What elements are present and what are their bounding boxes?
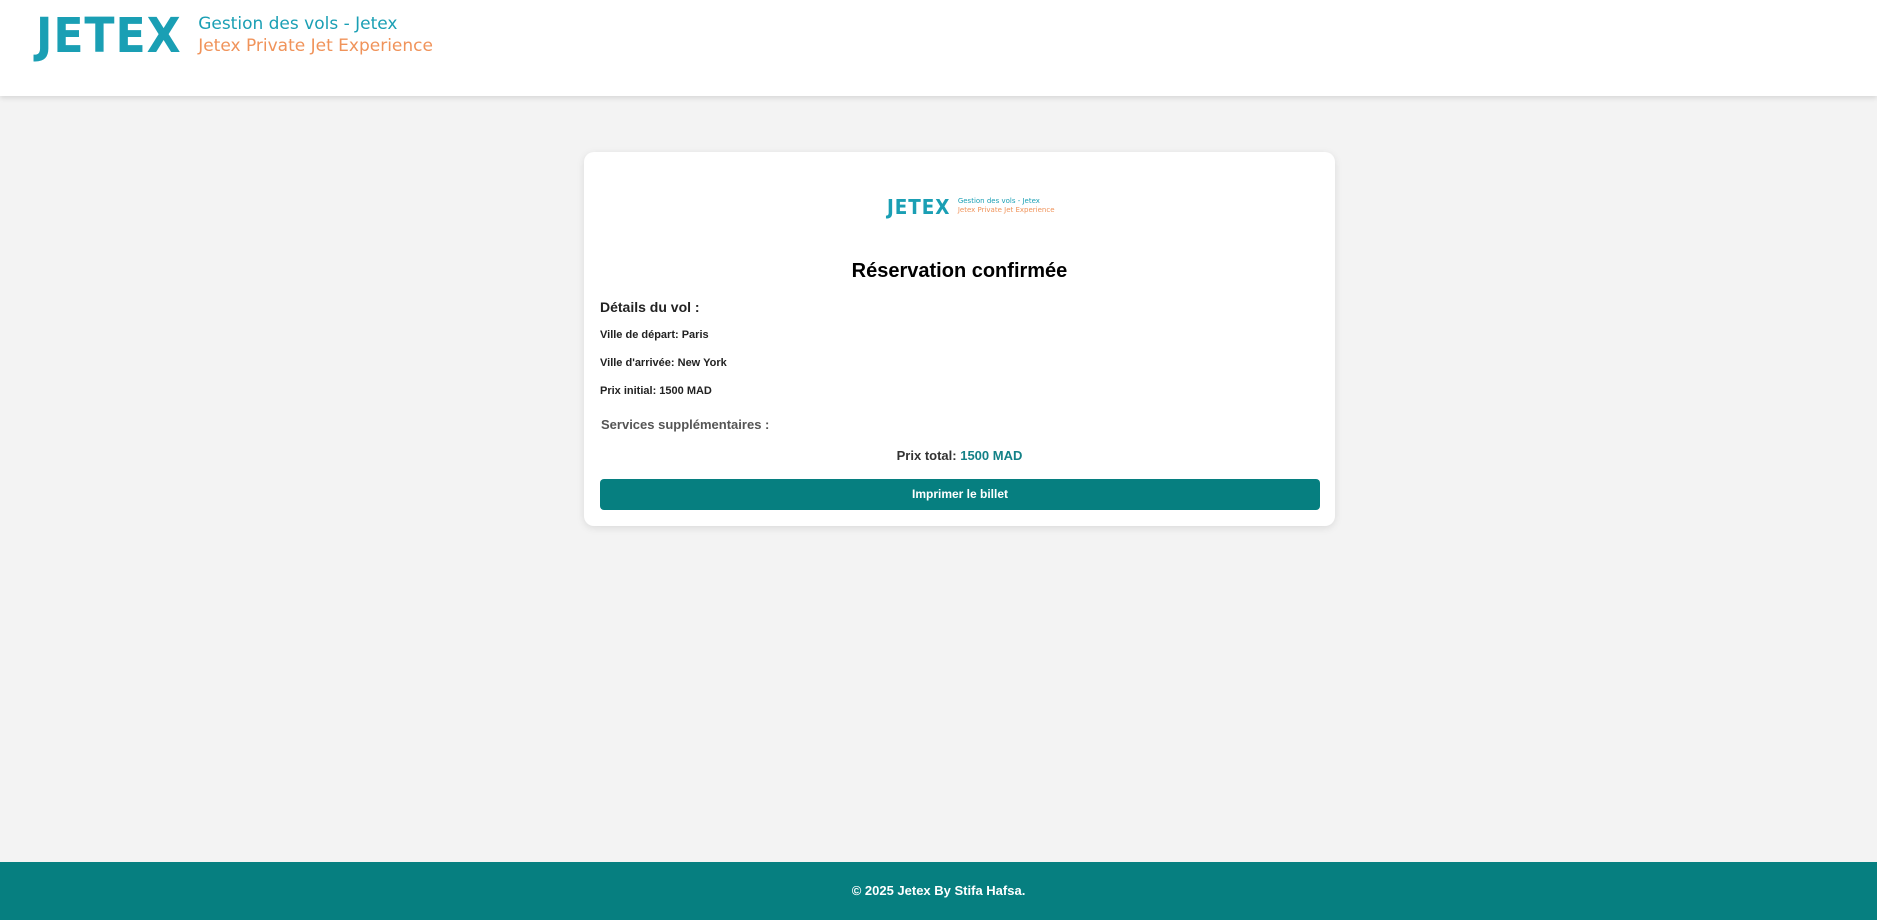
card-logo-mark: JETEX [887, 195, 951, 219]
arrival-row: Ville d'arrivée: New York [600, 357, 727, 369]
site-header: JETEX Gestion des vols - Jetex Jetex Pri… [0, 0, 1877, 96]
confirmation-card: JETEX Gestion des vols - Jetex Jetex Pri… [584, 152, 1335, 526]
departure-value: Paris [681, 329, 709, 341]
total-price-label: Prix total: [896, 448, 961, 463]
arrival-label: Ville d'arrivée: [600, 357, 678, 369]
logo-tagline-2: Jetex Private Jet Experience [198, 36, 433, 56]
initial-price-label: Prix initial: [600, 385, 660, 397]
copyright-text: © 2025 Jetex By Stifa Hafsa. [851, 883, 1026, 898]
logo-tagline-1: Gestion des vols - Jetex [198, 14, 398, 34]
site-footer: © 2025 Jetex By Stifa Hafsa. [0, 862, 1877, 920]
card-logo: JETEX Gestion des vols - Jetex Jetex Pri… [887, 196, 1055, 218]
header-logo[interactable]: JETEX Gestion des vols - Jetex Jetex Pri… [36, 10, 433, 62]
card-logo-tagline-1: Gestion des vols - Jetex [957, 197, 1040, 205]
total-price-row: Prix total: 1500 MAD [584, 448, 1335, 463]
departure-row: Ville de départ: Paris [600, 329, 709, 341]
logo-mark: JETEX [36, 8, 182, 64]
initial-price-row: Prix initial: 1500 MAD [600, 385, 712, 397]
logo-text: Gestion des vols - Jetex Jetex Private J… [198, 13, 433, 57]
print-ticket-button[interactable]: Imprimer le billet [600, 479, 1320, 510]
initial-price-value: 1500 MAD [659, 385, 712, 397]
flight-details-title: Détails du vol : [600, 299, 700, 315]
card-logo-tagline-2: Jetex Private Jet Experience [957, 206, 1055, 214]
arrival-value: New York [677, 357, 727, 369]
departure-label: Ville de départ: [600, 329, 682, 341]
total-price-value: 1500 MAD [960, 448, 1023, 463]
extra-services-title: Services supplémentaires : [601, 417, 770, 432]
page-title: Réservation confirmée [851, 260, 1068, 282]
card-logo-text: Gestion des vols - Jetex Jetex Private J… [958, 197, 1055, 215]
